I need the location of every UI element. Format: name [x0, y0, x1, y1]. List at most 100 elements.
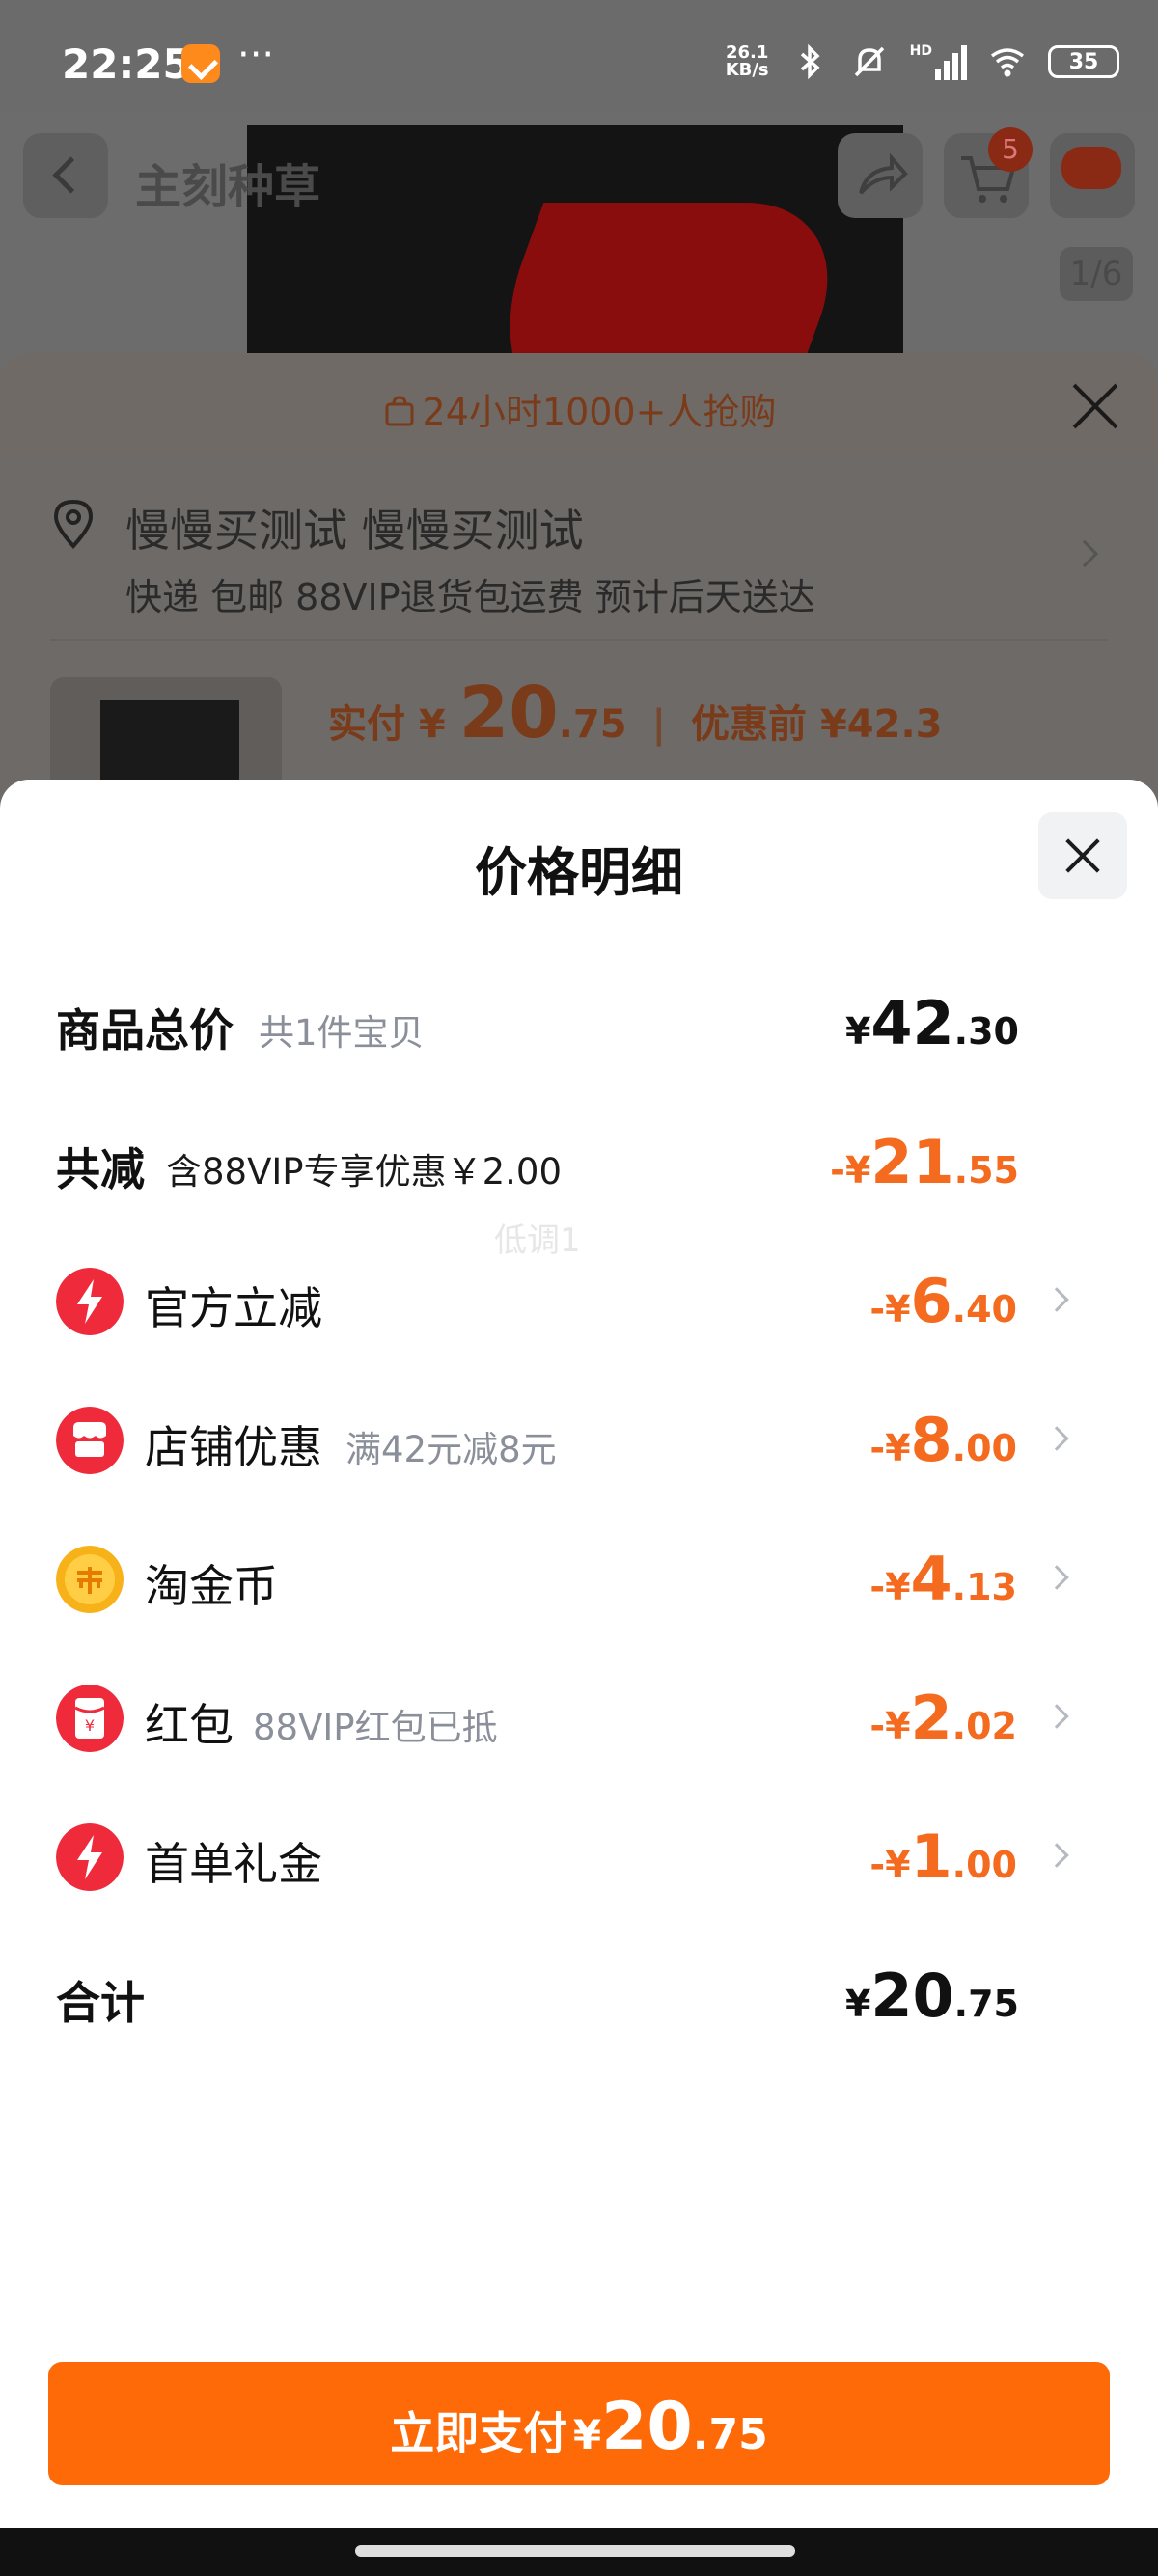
pay-button-dec: .75: [692, 2410, 768, 2459]
message-icon: [1062, 147, 1121, 189]
promo-banner: 24小时1000+人抢购: [0, 353, 1158, 459]
system-nav-bar: [0, 2528, 1158, 2576]
promo-label: 24小时1000+人抢购: [422, 391, 777, 433]
mute-icon: [854, 46, 884, 77]
amount-dec: .75: [953, 1983, 1019, 2025]
battery-icon: 35: [1048, 45, 1119, 78]
pay-button-int: 20: [601, 2389, 693, 2465]
app-notification-icon: [181, 44, 220, 83]
message-button[interactable]: [1050, 133, 1135, 218]
close-button[interactable]: [1038, 812, 1127, 899]
amount-int: 1: [910, 1822, 952, 1892]
product-image[interactable]: [247, 125, 903, 376]
gold-coin-icon: [56, 1546, 124, 1613]
amount-dec: .02: [951, 1705, 1017, 1747]
price-row-first-order-gift[interactable]: 首单礼金 -¥1.00: [56, 1816, 1079, 1893]
amount-int: 8: [910, 1405, 952, 1475]
red-envelope-icon: ¥: [56, 1685, 124, 1752]
amount-dec: .40: [951, 1288, 1017, 1330]
network-speed: 26.1 KB/s: [726, 44, 769, 79]
amount-currency: -¥: [869, 1566, 911, 1608]
amount-currency: ¥: [844, 1983, 871, 2025]
battery-level: 35: [1068, 49, 1099, 74]
row-amount: -¥4.13: [869, 1544, 1017, 1614]
amount-currency: ¥: [844, 1010, 871, 1053]
product-header: 主刻种草 5 1/6: [0, 112, 1158, 376]
price-row-gold-coin[interactable]: 淘金币 -¥4.13: [56, 1538, 1079, 1615]
chevron-right-icon: [1044, 1426, 1069, 1451]
total-amount: ¥20.75: [845, 1960, 1019, 2031]
image-counter: 1/6: [1060, 247, 1133, 301]
back-button[interactable]: [23, 133, 108, 218]
status-icons: 26.1 KB/s HD 35: [726, 42, 1119, 81]
actual-pay-line: 实付 ¥ 20.75 | 优惠前 ¥42.3: [328, 671, 943, 754]
row-label: 商品总价: [56, 1004, 234, 1056]
location-pin-icon: [53, 499, 94, 549]
row-label: 红包: [145, 1699, 234, 1751]
network-speed-unit: KB/s: [725, 60, 769, 80]
row-amount: -¥6.40: [869, 1266, 1017, 1336]
svg-text:¥: ¥: [85, 1716, 95, 1735]
row-label: 淘金币: [145, 1560, 278, 1612]
price-before-discount: 优惠前 ¥42.3: [691, 702, 943, 747]
actual-pay-dec: .75: [558, 702, 627, 747]
hd-label: HD: [909, 43, 932, 59]
wifi-icon: [990, 48, 1025, 77]
total-label: 合计: [56, 1977, 145, 2029]
cart-button[interactable]: 5: [944, 127, 1033, 218]
cart-count-badge: 5: [988, 127, 1033, 172]
more-notifications-icon: ···: [237, 33, 275, 77]
amount-int: 2: [910, 1683, 952, 1753]
row-amount: -¥1.00: [869, 1822, 1017, 1892]
pay-button-label: 立即支付: [390, 2407, 568, 2459]
share-button[interactable]: [838, 133, 923, 218]
amount-dec: .13: [951, 1566, 1017, 1608]
bluetooth-icon: [800, 43, 820, 80]
row-label: 官方立减: [145, 1282, 322, 1334]
amount-currency: -¥: [830, 1149, 871, 1192]
share-icon: [859, 152, 908, 195]
delivery-info: 快递 包邮 88VIP退货包运费 预计后天送达: [125, 576, 815, 618]
amount-currency: -¥: [869, 1844, 911, 1886]
amount-currency: -¥: [869, 1705, 911, 1747]
watermark: 低调1: [494, 1221, 581, 1260]
chevron-right-icon: [1044, 1704, 1069, 1729]
pay-button-currency: ¥: [572, 2411, 602, 2458]
bag-icon: [385, 396, 414, 426]
product-image-logo-shape: [452, 203, 863, 376]
amount-int: 6: [910, 1266, 952, 1336]
divider: [50, 639, 1108, 641]
status-bar: 22:25 ··· 26.1 KB/s HD 35: [0, 0, 1158, 112]
price-row-subtotal: 商品总价 共1件宝贝 ¥42.30: [56, 982, 1079, 1059]
chevron-right-icon[interactable]: [1070, 539, 1099, 568]
amount-currency: -¥: [869, 1427, 911, 1469]
sheet-title: 价格明细: [475, 842, 683, 903]
pay-now-button[interactable]: 立即支付 ¥20.75: [48, 2362, 1110, 2485]
row-label: 首单礼金: [145, 1838, 322, 1890]
status-time: 22:25: [62, 41, 191, 88]
row-label: 店铺优惠: [145, 1421, 322, 1473]
close-order-sheet-button[interactable]: [1069, 380, 1121, 432]
row-sub: 满42元减8元: [345, 1429, 557, 1470]
row-amount: ¥42.30: [845, 988, 1019, 1058]
amount-dec: .00: [951, 1427, 1017, 1469]
price-detail-sheet: 价格明细 低调1 商品总价 共1件宝贝 ¥42.30 共减 含88VIP专享优惠…: [0, 780, 1158, 2576]
price-row-shop-discount[interactable]: 店铺优惠 满42元减8元 -¥8.00: [56, 1399, 1079, 1476]
row-sub: 88VIP红包已抵: [253, 1707, 498, 1748]
price-row-red-envelope[interactable]: ¥ 红包 88VIP红包已抵 -¥2.02: [56, 1677, 1079, 1754]
chevron-right-icon: [1044, 1843, 1069, 1868]
amount-dec: .30: [953, 1010, 1019, 1053]
row-amount: -¥8.00: [869, 1405, 1017, 1475]
amount-currency: -¥: [869, 1288, 911, 1330]
header-title: 主刻种草: [135, 160, 321, 214]
home-indicator[interactable]: [355, 2545, 795, 2557]
address-name[interactable]: 慢慢买测试 慢慢买测试: [125, 496, 584, 560]
cell-signal-icon: HD: [910, 43, 967, 80]
lightning-icon: [56, 1268, 124, 1335]
amount-int: 21: [870, 1127, 954, 1197]
row-label: 共减: [56, 1143, 145, 1195]
price-row-total: 合计 ¥20.75: [56, 1955, 1079, 2032]
chevron-right-icon: [1044, 1565, 1069, 1590]
price-row-official-discount[interactable]: 官方立减 -¥6.40: [56, 1260, 1079, 1337]
row-sub: 共1件宝贝: [259, 1012, 425, 1054]
